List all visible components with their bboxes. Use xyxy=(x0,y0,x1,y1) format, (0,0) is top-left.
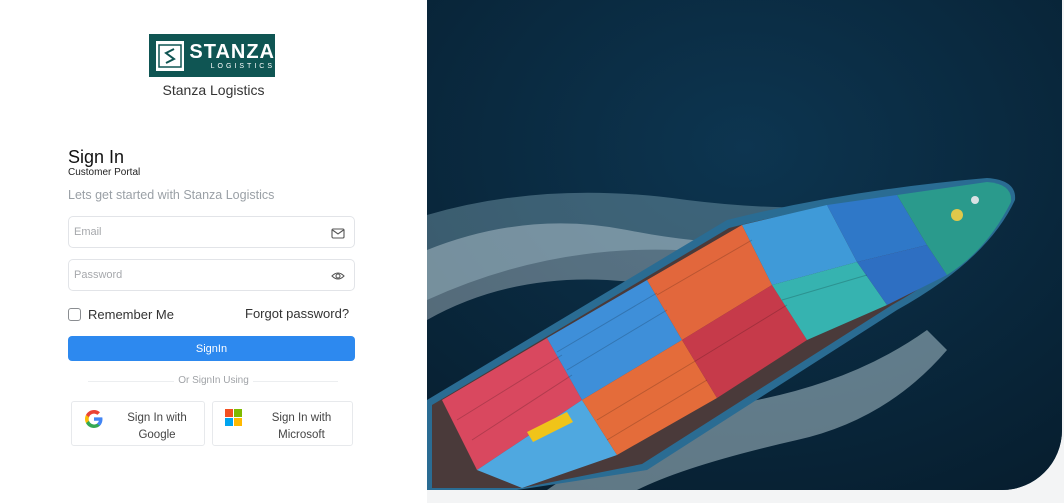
tagline: Lets get started with Stanza Logistics xyxy=(68,188,275,202)
password-field xyxy=(68,259,355,291)
google-icon xyxy=(84,409,104,434)
logo-wordmark: STANZA xyxy=(189,40,275,63)
divider-text: Or SignIn Using xyxy=(174,375,253,386)
logo-subtext: LOGISTICS xyxy=(210,62,275,70)
email-input[interactable] xyxy=(74,217,314,247)
hero-panel xyxy=(427,0,1064,503)
remember-me[interactable]: Remember Me xyxy=(68,307,174,322)
google-signin-button[interactable]: Sign In with Google xyxy=(71,401,205,446)
microsoft-signin-button[interactable]: Sign In with Microsoft xyxy=(212,401,353,446)
brand-name: Stanza Logistics xyxy=(162,82,265,98)
email-field xyxy=(68,216,355,248)
logo-mark-icon xyxy=(156,40,185,71)
forgot-password-link[interactable]: Forgot password? xyxy=(245,306,349,321)
google-signin-label: Sign In with Google xyxy=(127,412,187,441)
container-ship-image xyxy=(427,0,1062,490)
microsoft-signin-label: Sign In with Microsoft xyxy=(271,412,332,441)
portal-subtitle: Customer Portal xyxy=(68,167,141,178)
mail-icon xyxy=(331,226,345,240)
page-title: Sign In xyxy=(68,147,125,167)
remember-label: Remember Me xyxy=(88,307,174,322)
remember-checkbox[interactable] xyxy=(68,308,81,321)
signin-button[interactable]: SignIn xyxy=(68,336,355,361)
brand-logo: STANZA LOGISTICS xyxy=(149,34,275,77)
login-panel: STANZA LOGISTICS Stanza Logistics Sign I… xyxy=(0,0,427,503)
microsoft-icon xyxy=(225,409,242,431)
eye-icon[interactable] xyxy=(331,269,345,283)
password-input[interactable] xyxy=(74,260,314,290)
